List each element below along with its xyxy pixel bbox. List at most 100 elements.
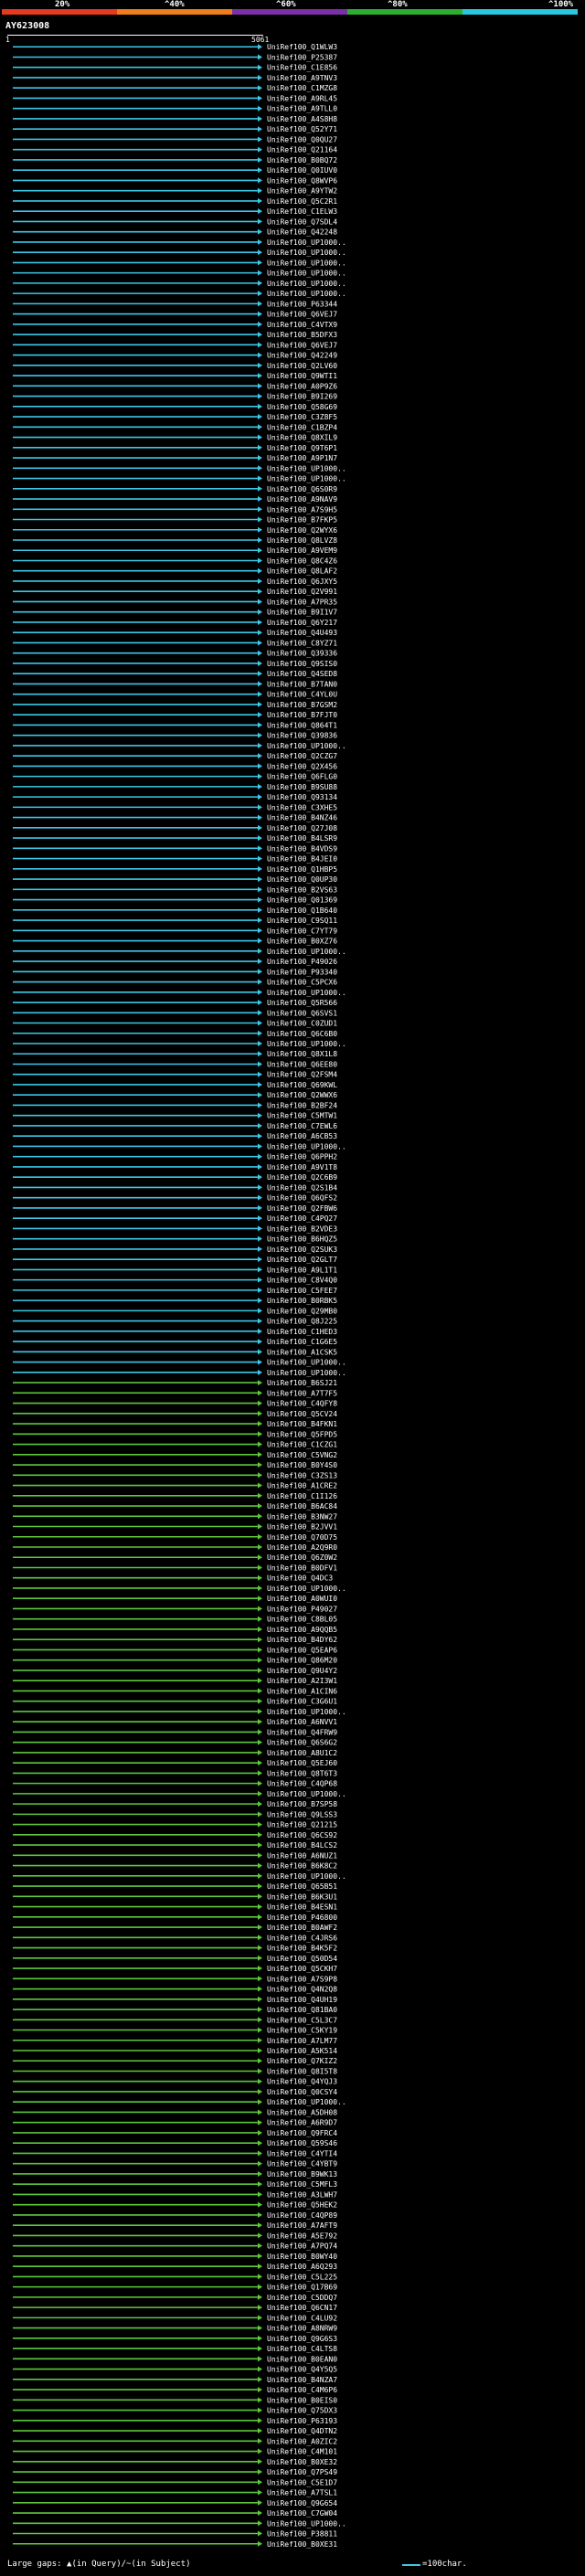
hit-label[interactable]: UniRef100_C4YL0U bbox=[267, 691, 337, 699]
hit-label[interactable]: UniRef100_A4S8H8 bbox=[267, 115, 337, 123]
hit-label[interactable]: UniRef100_B7TAN0 bbox=[267, 680, 337, 688]
hit-row[interactable]: UniRef100_A6Q293 bbox=[13, 2263, 337, 2271]
hit-label[interactable]: UniRef100_Q17B69 bbox=[267, 2284, 337, 2292]
hit-row[interactable]: UniRef100_C1G6E5 bbox=[13, 1338, 337, 1346]
hit-label[interactable]: UniRef100_Q9G654 bbox=[267, 2499, 337, 2507]
hit-row[interactable]: UniRef100_P38811 bbox=[13, 2530, 337, 2539]
hit-label[interactable]: UniRef100_B0AWF2 bbox=[267, 1924, 337, 1932]
hit-row[interactable]: UniRef100_C0ZUD1 bbox=[13, 1020, 337, 1028]
hit-label[interactable]: UniRef100_C1I126 bbox=[267, 1492, 337, 1500]
hit-row[interactable]: UniRef100_Q21164 bbox=[13, 146, 337, 154]
hit-row[interactable]: UniRef100_A7PR35 bbox=[13, 598, 337, 606]
hit-label[interactable]: UniRef100_A9L1T1 bbox=[267, 1266, 337, 1274]
hit-row[interactable]: UniRef100_Q39336 bbox=[13, 650, 337, 658]
hit-label[interactable]: UniRef100_B7GSM2 bbox=[267, 701, 337, 709]
hit-row[interactable]: UniRef100_C9SQ11 bbox=[13, 917, 337, 925]
hit-label[interactable]: UniRef100_A7T7F5 bbox=[267, 1389, 337, 1397]
hit-label[interactable]: UniRef100_C4QFY8 bbox=[267, 1400, 337, 1408]
hit-label[interactable]: UniRef100_UP1000.. bbox=[267, 1585, 346, 1593]
hit-label[interactable]: UniRef100_Q9LSS3 bbox=[267, 1810, 337, 1818]
hit-row[interactable]: UniRef100_Q4SED8 bbox=[13, 670, 337, 678]
hit-label[interactable]: UniRef100_UP1000.. bbox=[267, 1790, 346, 1798]
hit-row[interactable]: UniRef100_A9YTW2 bbox=[13, 187, 337, 196]
hit-row[interactable]: UniRef100_Q0UP30 bbox=[13, 875, 337, 884]
hit-row[interactable]: UniRef100_A9QQB5 bbox=[13, 1626, 337, 1634]
hit-row[interactable]: UniRef100_A9L1T1 bbox=[13, 1266, 337, 1274]
hit-row[interactable]: UniRef100_B9I269 bbox=[13, 393, 337, 401]
hit-row[interactable]: UniRef100_Q4YQJ3 bbox=[13, 2078, 337, 2086]
hit-label[interactable]: UniRef100_P38811 bbox=[267, 2530, 337, 2539]
hit-row[interactable]: UniRef100_A7LM77 bbox=[13, 2037, 337, 2045]
hit-label[interactable]: UniRef100_C7YT79 bbox=[267, 927, 337, 935]
hit-row[interactable]: UniRef100_B0RBK5 bbox=[13, 1297, 337, 1305]
hit-label[interactable]: UniRef100_Q52Y71 bbox=[267, 125, 337, 133]
hit-label[interactable]: UniRef100_B2BF24 bbox=[267, 1101, 337, 1109]
hit-label[interactable]: UniRef100_A8U1C2 bbox=[267, 1749, 337, 1757]
hit-row[interactable]: UniRef100_C5E1D7 bbox=[13, 2478, 337, 2486]
hit-row[interactable]: UniRef100_UP1000.. bbox=[13, 249, 346, 257]
hit-row[interactable]: UniRef100_C7GW04 bbox=[13, 2509, 337, 2518]
hit-row[interactable]: UniRef100_C1I126 bbox=[13, 1492, 337, 1500]
hit-row[interactable]: UniRef100_C4YBT9 bbox=[13, 2160, 337, 2168]
hit-label[interactable]: UniRef100_B4JEI0 bbox=[267, 855, 337, 864]
hit-row[interactable]: UniRef100_A0P9Z6 bbox=[13, 382, 337, 390]
hit-row[interactable]: UniRef100_Q2WWX6 bbox=[13, 1091, 337, 1099]
hit-label[interactable]: UniRef100_B6K8C2 bbox=[267, 1862, 337, 1871]
hit-label[interactable]: UniRef100_A1CRE2 bbox=[267, 1482, 337, 1490]
hit-row[interactable]: UniRef100_Q9T6P1 bbox=[13, 444, 337, 452]
hit-label[interactable]: UniRef100_Q6C6B0 bbox=[267, 1030, 337, 1038]
hit-label[interactable]: UniRef100_Q6PPH2 bbox=[267, 1153, 337, 1161]
hit-row[interactable]: UniRef100_Q0QU27 bbox=[13, 135, 337, 143]
hit-row[interactable]: UniRef100_UP1000.. bbox=[13, 2519, 346, 2528]
hit-row[interactable]: UniRef100_P63193 bbox=[13, 2417, 337, 2425]
hit-label[interactable]: UniRef100_C8V4Q0 bbox=[267, 1277, 337, 1285]
hit-row[interactable]: UniRef100_Q7KIZ2 bbox=[13, 2057, 337, 2065]
hit-label[interactable]: UniRef100_B0DFV1 bbox=[267, 1564, 337, 1572]
hit-label[interactable]: UniRef100_Q5CV24 bbox=[267, 1410, 337, 1418]
hit-label[interactable]: UniRef100_C1CZG1 bbox=[267, 1441, 337, 1449]
hit-row[interactable]: UniRef100_C4JRS6 bbox=[13, 1934, 337, 1942]
hit-row[interactable]: UniRef100_B7GSM2 bbox=[13, 701, 337, 709]
hit-row[interactable]: UniRef100_Q2SUK3 bbox=[13, 1246, 337, 1254]
hit-row[interactable]: UniRef100_Q9WTI1 bbox=[13, 372, 337, 380]
hit-row[interactable]: UniRef100_C5VNG2 bbox=[13, 1451, 337, 1459]
hit-label[interactable]: UniRef100_C5L3C7 bbox=[267, 2016, 337, 2024]
hit-label[interactable]: UniRef100_UP1000.. bbox=[267, 948, 346, 956]
hit-label[interactable]: UniRef100_Q59S46 bbox=[267, 2139, 337, 2147]
hit-row[interactable]: UniRef100_C4YL0U bbox=[13, 691, 337, 699]
hit-row[interactable]: UniRef100_UP1000.. bbox=[13, 259, 346, 267]
hit-row[interactable]: UniRef100_B0Y4S0 bbox=[13, 1461, 337, 1469]
hit-row[interactable]: UniRef100_UP1000.. bbox=[13, 464, 346, 472]
hit-row[interactable]: UniRef100_Q2X456 bbox=[13, 762, 337, 770]
hit-row[interactable]: UniRef100_A8NRW9 bbox=[13, 2325, 337, 2333]
hit-label[interactable]: UniRef100_C3Z8F5 bbox=[267, 413, 337, 421]
hit-row[interactable]: UniRef100_Q59S46 bbox=[13, 2139, 337, 2147]
hit-row[interactable]: UniRef100_A7T7F5 bbox=[13, 1389, 337, 1397]
hit-label[interactable]: UniRef100_A9P1N7 bbox=[267, 454, 337, 462]
hit-label[interactable]: UniRef100_A6R9D7 bbox=[267, 2119, 337, 2127]
hit-row[interactable]: UniRef100_Q6CS92 bbox=[13, 1831, 337, 1839]
hit-label[interactable]: UniRef100_UP1000.. bbox=[267, 742, 346, 750]
hit-row[interactable]: UniRef100_C1HED3 bbox=[13, 1328, 337, 1336]
hit-row[interactable]: UniRef100_B0XZ76 bbox=[13, 938, 337, 946]
hit-row[interactable]: UniRef100_Q01369 bbox=[13, 896, 337, 905]
hit-label[interactable]: UniRef100_Q4FRW9 bbox=[267, 1728, 337, 1736]
hit-row[interactable]: UniRef100_Q4U493 bbox=[13, 629, 337, 637]
hit-label[interactable]: UniRef100_Q4DC3 bbox=[267, 1574, 333, 1583]
hit-row[interactable]: UniRef100_B4LCS2 bbox=[13, 1841, 337, 1850]
hit-label[interactable]: UniRef100_Q70D75 bbox=[267, 1533, 337, 1542]
hit-row[interactable]: UniRef100_Q8LVZ8 bbox=[13, 536, 337, 545]
hit-row[interactable]: UniRef100_Q6CN17 bbox=[13, 2304, 337, 2312]
hit-row[interactable]: UniRef100_B7SP58 bbox=[13, 1800, 337, 1808]
hit-row[interactable]: UniRef100_Q17B69 bbox=[13, 2284, 337, 2292]
hit-label[interactable]: UniRef100_C4M101 bbox=[267, 2448, 337, 2456]
hit-label[interactable]: UniRef100_Q2S1B4 bbox=[267, 1183, 337, 1192]
hit-row[interactable]: UniRef100_Q7PS49 bbox=[13, 2468, 337, 2476]
hit-label[interactable]: UniRef100_Q0UP30 bbox=[267, 875, 337, 884]
hit-row[interactable]: UniRef100_B2VDE3 bbox=[13, 1224, 337, 1233]
hit-row[interactable]: UniRef100_UP1000.. bbox=[13, 1790, 346, 1798]
hit-row[interactable]: UniRef100_Q29MB0 bbox=[13, 1307, 337, 1315]
hit-row[interactable]: UniRef100_UP1000.. bbox=[13, 1359, 346, 1367]
hit-label[interactable]: UniRef100_A0ZIC2 bbox=[267, 2437, 337, 2445]
hit-row[interactable]: UniRef100_B6HQZ5 bbox=[13, 1235, 337, 1244]
